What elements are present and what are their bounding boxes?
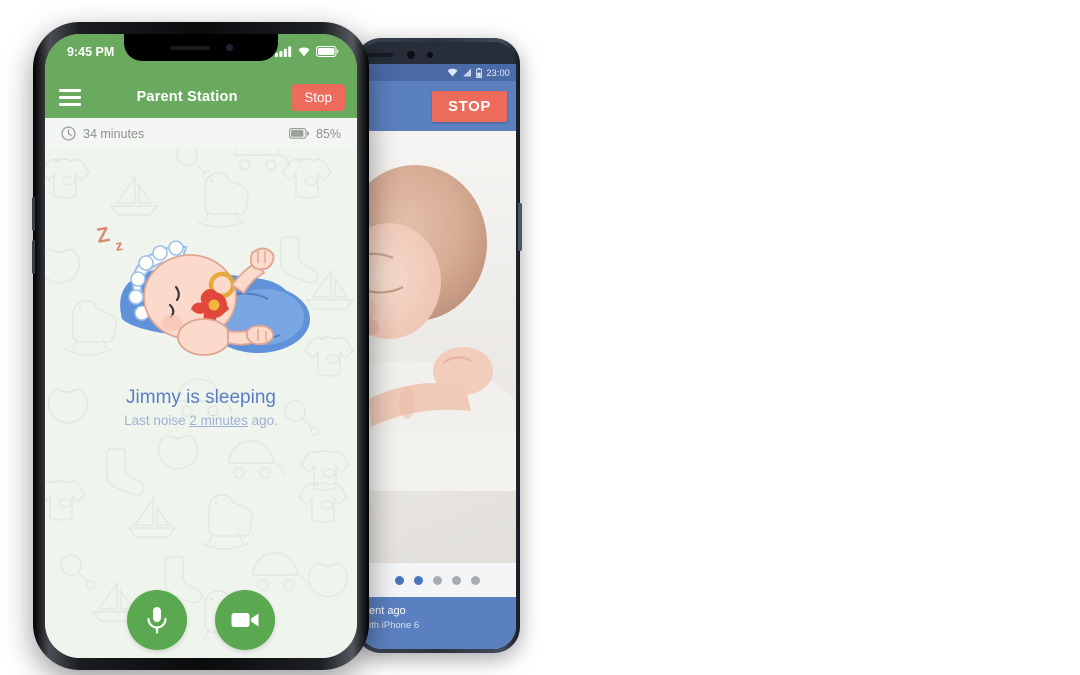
zzz-text: z [114,237,124,255]
session-info-bar: 34 minutes 85% [45,118,357,149]
android-status-bar: 23:00 [359,64,516,81]
last-noise-value[interactable]: 2 minutes [189,413,248,428]
action-button-row [45,590,357,650]
wifi-icon [447,68,458,77]
battery-status-group: 85% [288,126,341,141]
iphone-status-bar: 9:45 PM [45,34,357,76]
iphone-main-content: Z z Jimmy is sleeping Last noise 2 minut… [45,149,357,658]
iphone-mockup: 9:45 PM Parent Station Stop 34 minutes 8… [32,22,369,670]
battery-icon [288,128,309,139]
android-page-indicator[interactable] [359,563,516,597]
hamburger-menu-icon[interactable] [57,85,83,110]
last-noise-text: Last noise 2 minutes ago. [45,411,357,431]
baby-status-text: Jimmy is sleeping [126,387,276,408]
android-stop-button[interactable]: STOP [432,90,507,122]
iphone-navigation-bar: Parent Station Stop [45,76,357,118]
earpiece-speaker-icon [367,53,393,57]
microphone-button[interactable] [127,590,187,650]
android-phone-mockup: 23:00 STOP ent ago ith iPhone 6 [355,38,522,653]
front-camera-icon [407,51,415,59]
iphone-screen: 9:45 PM Parent Station Stop 34 minutes 8… [45,34,357,658]
zzz-text: Z [95,223,112,248]
cellular-signal-icon [463,68,472,77]
stop-button[interactable]: Stop [291,83,345,111]
android-footer-info: ent ago ith iPhone 6 [359,597,516,649]
baby-camera-image [359,131,516,563]
battery-icon [316,46,339,57]
status-bar-indicators [275,46,339,57]
screenshot-stage: 23:00 STOP ent ago ith iPhone 6 9:45 PM … [0,0,1080,675]
iphone-notch [124,34,278,61]
front-camera-icon [225,44,233,51]
last-noise-suffix: ago. [247,413,278,428]
page-dot[interactable] [433,575,442,585]
android-power-button[interactable] [518,203,522,251]
last-noise-prefix: Last noise [124,413,190,428]
sleeping-baby-photo-render [359,131,516,491]
page-title: Parent Station [136,89,238,105]
android-screen: 23:00 STOP ent ago ith iPhone 6 [359,64,516,649]
android-video-feed[interactable] [359,131,516,563]
page-dot[interactable] [452,575,461,585]
wifi-icon [298,47,310,57]
android-device-body: 23:00 STOP ent ago ith iPhone 6 [359,42,516,649]
android-app-header: STOP [359,81,516,131]
android-footer-line2: ith iPhone 6 [369,620,420,631]
status-bar-time: 9:45 PM [67,45,115,59]
video-camera-icon [231,613,259,627]
iphone-volume-down-button[interactable] [32,240,35,274]
battery-icon [476,67,483,78]
earpiece-speaker-icon [169,45,210,50]
clock-icon [61,126,76,141]
microphone-icon [147,607,167,634]
cellular-signal-icon [275,46,292,57]
status-caption: Jimmy is sleeping Last noise 2 minutes a… [45,385,357,431]
battery-percent-text: 85% [315,126,341,141]
android-top-bezel [359,42,516,64]
android-footer-line1: ent ago [369,605,406,617]
session-duration-text: 34 minutes [83,126,145,141]
page-dot[interactable] [395,575,404,585]
iphone-volume-up-button[interactable] [32,197,35,231]
session-duration-group: 34 minutes [61,126,144,141]
page-dot[interactable] [471,575,480,585]
sleeping-baby-illustration: Z z [95,223,310,356]
page-dot[interactable] [414,575,423,585]
sensor-icon [427,52,433,58]
android-status-time: 23:00 [486,67,510,78]
video-button[interactable] [215,590,275,650]
